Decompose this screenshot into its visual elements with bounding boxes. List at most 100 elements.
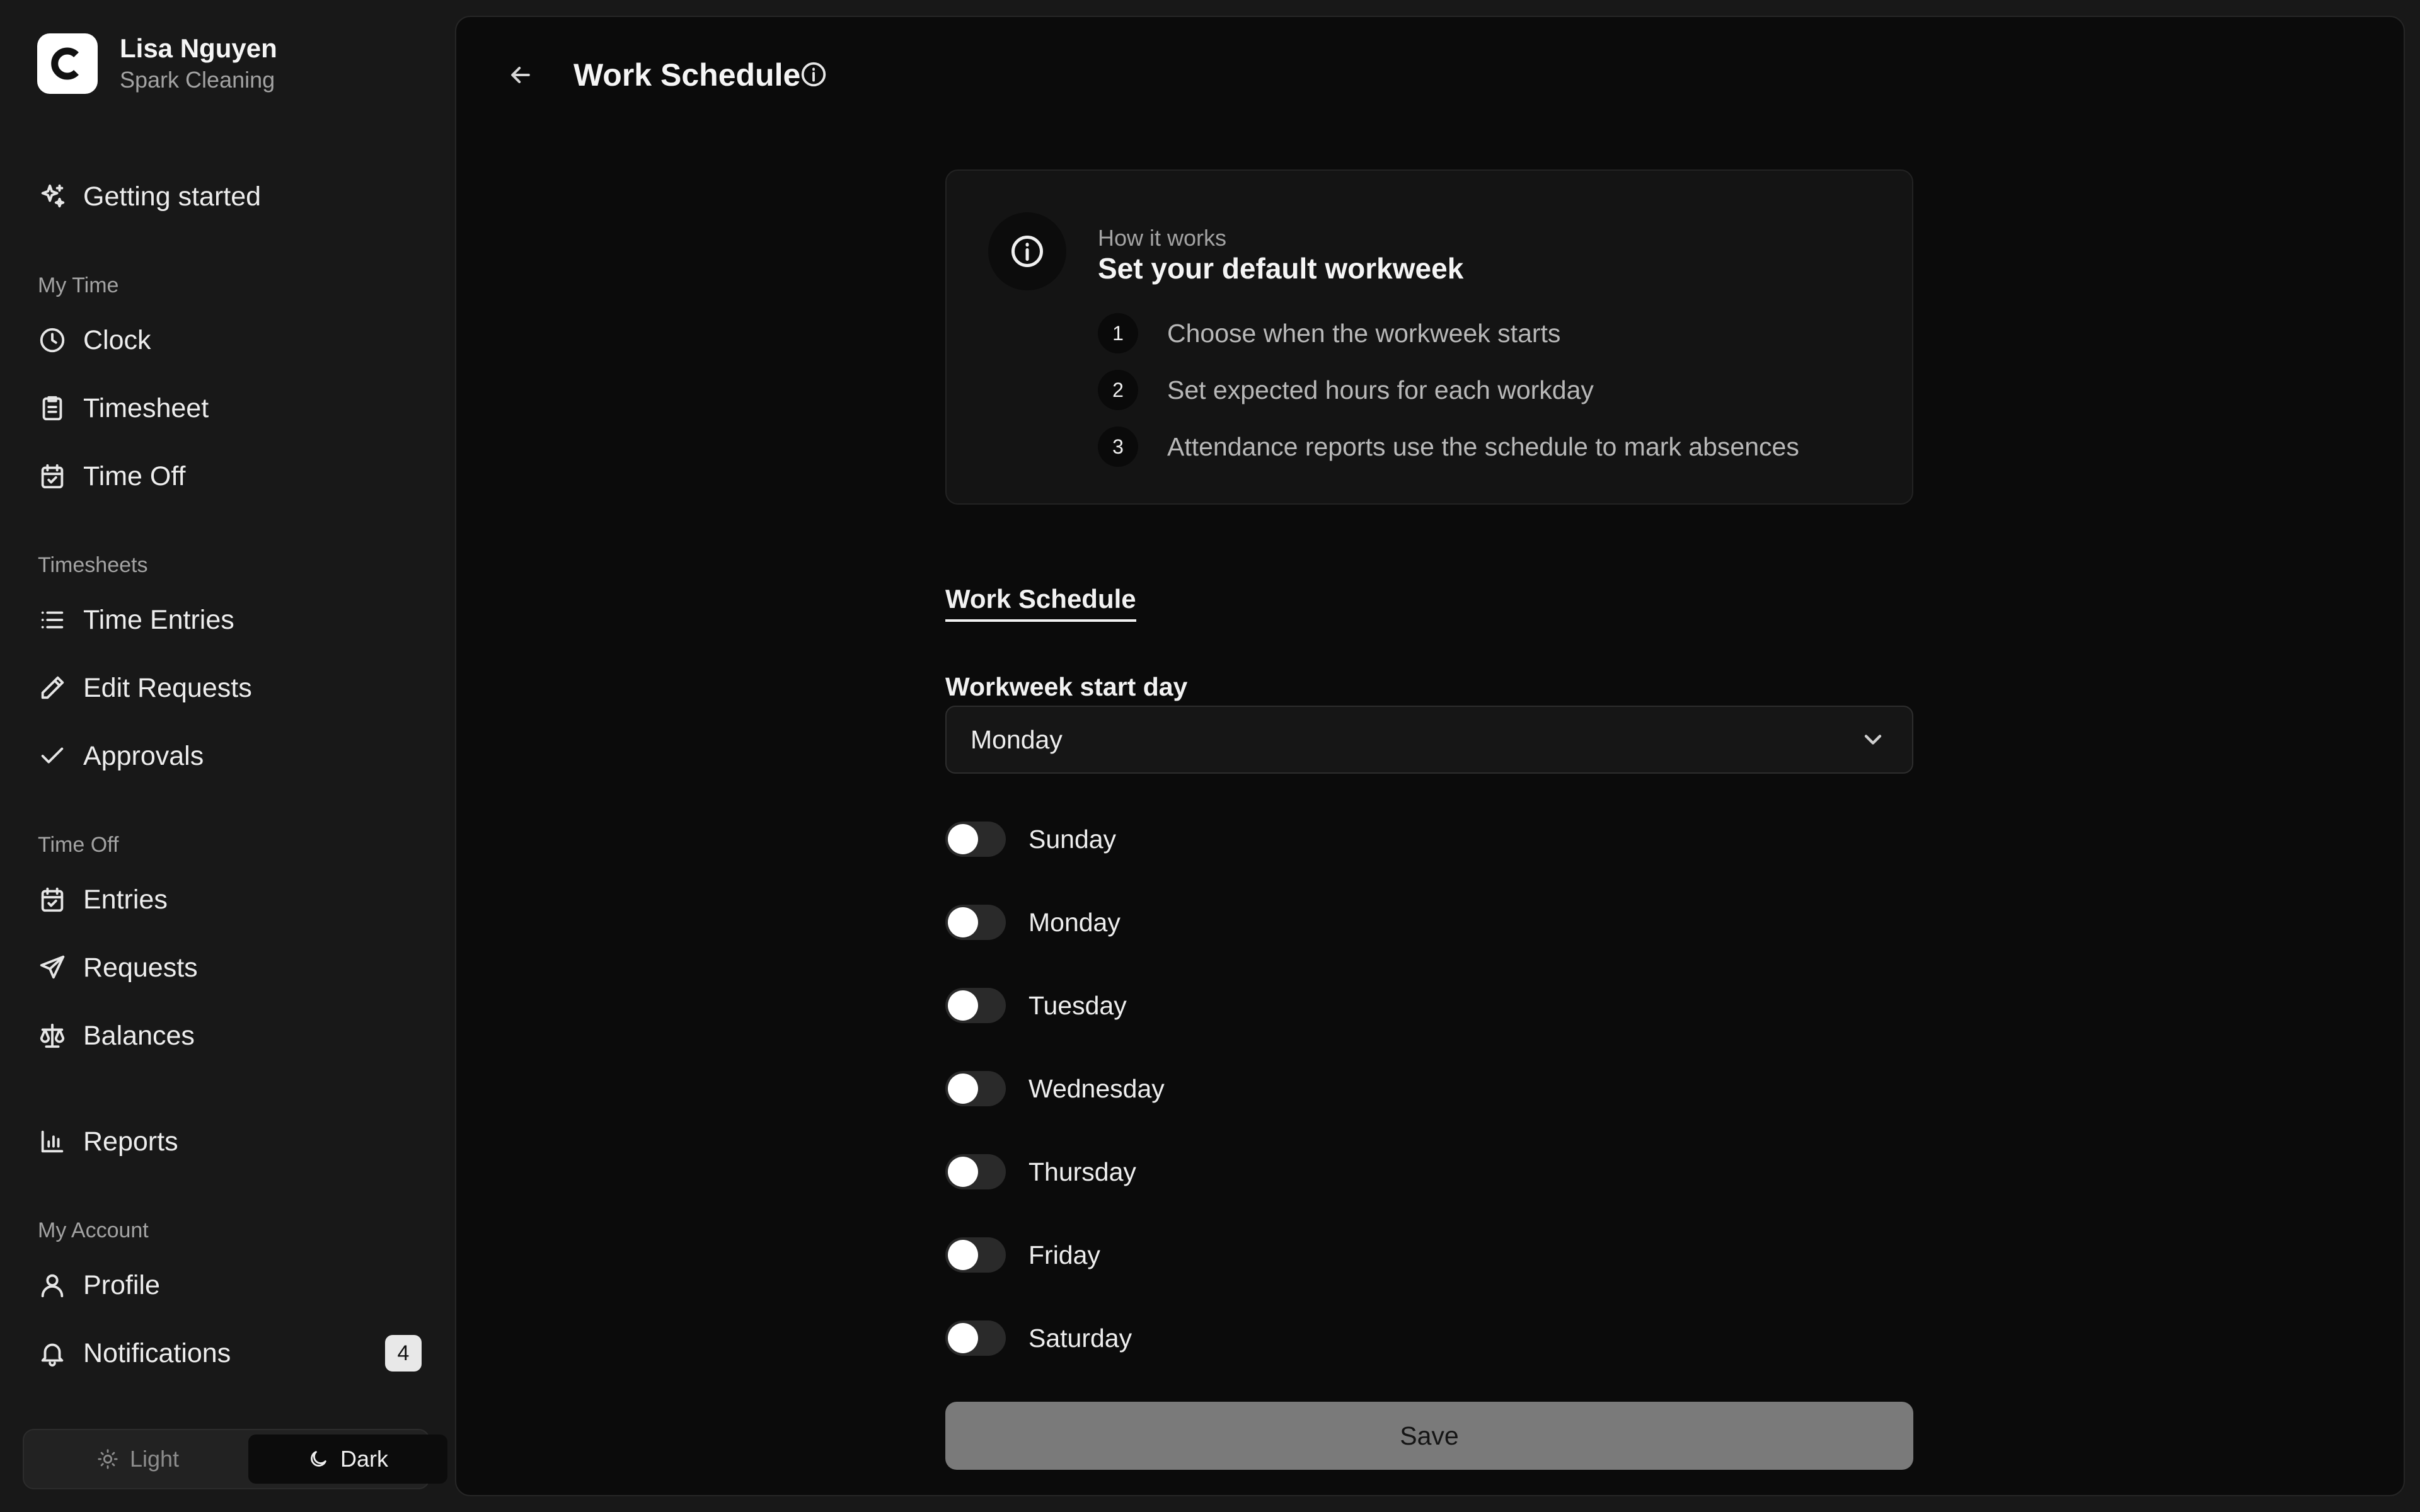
main-panel: Work Schedule How it works Set your defa… bbox=[455, 16, 2405, 1496]
toggle-knob bbox=[948, 907, 978, 937]
chevron-down-icon bbox=[1859, 726, 1887, 753]
day-label: Sunday bbox=[1028, 824, 1117, 854]
bar-chart-icon bbox=[37, 1126, 67, 1157]
sidebar-item-label: Time Off bbox=[83, 461, 186, 491]
account-switcher[interactable]: Lisa Nguyen Spark Cleaning bbox=[37, 32, 277, 95]
company-name: Spark Cleaning bbox=[120, 67, 275, 93]
toggle-sunday[interactable] bbox=[945, 822, 1006, 857]
sidebar-item-time-off[interactable]: Time Off bbox=[37, 451, 422, 501]
company-logo-icon bbox=[51, 47, 79, 80]
toggle-knob bbox=[948, 990, 978, 1021]
day-row-thursday: Thursday bbox=[945, 1153, 1136, 1191]
workweek-start-day-label: Workweek start day bbox=[945, 672, 1188, 701]
day-row-monday: Monday bbox=[945, 903, 1121, 941]
pencil-icon bbox=[37, 673, 67, 703]
card-title: Set your default workweek bbox=[1098, 252, 1464, 285]
sidebar-item-reports[interactable]: Reports bbox=[37, 1116, 422, 1167]
sidebar-item-profile[interactable]: Profile bbox=[37, 1260, 422, 1310]
toggle-tuesday[interactable] bbox=[945, 988, 1006, 1023]
theme-dark-button[interactable]: Dark bbox=[248, 1435, 447, 1484]
list-icon bbox=[37, 605, 67, 635]
sidebar-item-getting-started[interactable]: Getting started bbox=[37, 171, 422, 222]
sidebar-item-label: Notifications bbox=[83, 1337, 231, 1368]
day-label: Monday bbox=[1028, 907, 1121, 937]
select-value: Monday bbox=[971, 725, 1063, 754]
sidebar: Lisa Nguyen Spark Cleaning Getting start… bbox=[0, 0, 455, 1512]
sidebar-item-timesheet[interactable]: Timesheet bbox=[37, 383, 422, 433]
sidebar-item-requests[interactable]: Requests bbox=[37, 942, 422, 993]
step-number: 3 bbox=[1098, 427, 1138, 467]
day-label: Wednesday bbox=[1028, 1074, 1165, 1103]
day-label: Tuesday bbox=[1028, 990, 1127, 1020]
how-it-works-card: How it works Set your default workweek 1… bbox=[945, 169, 1913, 505]
step-text: Choose when the workweek starts bbox=[1167, 318, 1561, 348]
title-info-icon[interactable] bbox=[799, 60, 828, 89]
day-label: Thursday bbox=[1028, 1157, 1136, 1186]
day-label: Saturday bbox=[1028, 1323, 1132, 1353]
sidebar-item-entries[interactable]: Entries bbox=[37, 874, 422, 925]
step-item: 1 Choose when the workweek starts bbox=[1098, 313, 1560, 353]
sparkles-icon bbox=[37, 181, 67, 212]
scale-icon bbox=[37, 1021, 67, 1051]
day-row-wednesday: Wednesday bbox=[945, 1070, 1165, 1108]
sidebar-item-notifications[interactable]: Notifications 4 bbox=[37, 1328, 422, 1378]
arrow-left-icon bbox=[511, 66, 530, 84]
tab-work-schedule[interactable]: Work Schedule bbox=[945, 584, 1136, 622]
calendar-check-icon bbox=[37, 885, 67, 915]
send-icon bbox=[37, 953, 67, 983]
step-item: 3 Attendance reports use the schedule to… bbox=[1098, 427, 1799, 467]
toggle-saturday[interactable] bbox=[945, 1320, 1006, 1356]
day-label: Friday bbox=[1028, 1240, 1100, 1269]
step-text: Attendance reports use the schedule to m… bbox=[1167, 432, 1799, 461]
theme-light-button[interactable]: Light bbox=[29, 1435, 247, 1484]
theme-dark-label: Dark bbox=[340, 1446, 388, 1472]
section-label-my-time: My Time bbox=[38, 273, 119, 297]
sidebar-item-label: Profile bbox=[83, 1269, 160, 1300]
check-icon bbox=[37, 741, 67, 771]
clipboard-icon bbox=[37, 393, 67, 423]
page-title: Work Schedule bbox=[573, 57, 801, 93]
sidebar-item-edit-requests[interactable]: Edit Requests bbox=[37, 663, 422, 713]
sidebar-item-label: Time Entries bbox=[83, 604, 234, 635]
sidebar-item-balances[interactable]: Balances bbox=[37, 1011, 422, 1061]
toggle-knob bbox=[948, 1240, 978, 1270]
toggle-friday[interactable] bbox=[945, 1237, 1006, 1273]
back-button[interactable] bbox=[502, 56, 539, 94]
toggle-knob bbox=[948, 1157, 978, 1187]
card-eyebrow: How it works bbox=[1098, 225, 1227, 251]
section-label-my-account: My Account bbox=[38, 1218, 149, 1242]
save-button[interactable]: Save bbox=[945, 1402, 1913, 1470]
user-name: Lisa Nguyen bbox=[120, 33, 277, 63]
day-row-tuesday: Tuesday bbox=[945, 987, 1127, 1024]
toggle-knob bbox=[948, 824, 978, 854]
sidebar-item-clock[interactable]: Clock bbox=[37, 315, 422, 365]
sidebar-item-label: Reports bbox=[83, 1126, 178, 1157]
sun-icon bbox=[98, 1449, 118, 1469]
toggle-thursday[interactable] bbox=[945, 1154, 1006, 1189]
step-number: 1 bbox=[1098, 313, 1138, 353]
moon-icon bbox=[311, 1451, 326, 1467]
user-icon bbox=[37, 1270, 67, 1300]
theme-switcher: Light Dark bbox=[23, 1429, 447, 1489]
step-text: Set expected hours for each workday bbox=[1167, 375, 1594, 404]
toggle-monday[interactable] bbox=[945, 905, 1006, 940]
sidebar-item-label: Getting started bbox=[83, 181, 262, 212]
company-logo bbox=[37, 33, 98, 94]
toggle-knob bbox=[948, 1074, 978, 1104]
sidebar-item-time-entries[interactable]: Time Entries bbox=[37, 595, 422, 645]
toggle-wednesday[interactable] bbox=[945, 1071, 1006, 1106]
sidebar-item-label: Approvals bbox=[83, 740, 204, 771]
sidebar-item-approvals[interactable]: Approvals bbox=[37, 731, 422, 781]
clock-icon bbox=[37, 325, 67, 355]
sidebar-item-label: Requests bbox=[83, 952, 198, 983]
day-row-saturday: Saturday bbox=[945, 1319, 1132, 1357]
sidebar-item-label: Entries bbox=[83, 884, 168, 915]
sidebar-item-label: Edit Requests bbox=[83, 672, 252, 703]
notifications-count-badge: 4 bbox=[385, 1335, 422, 1372]
sidebar-item-label: Clock bbox=[83, 324, 151, 355]
workweek-start-day-select[interactable]: Monday bbox=[945, 706, 1913, 774]
step-number: 2 bbox=[1098, 370, 1138, 410]
day-row-sunday: Sunday bbox=[945, 820, 1116, 858]
sidebar-item-label: Balances bbox=[83, 1020, 195, 1051]
info-icon bbox=[988, 212, 1066, 290]
